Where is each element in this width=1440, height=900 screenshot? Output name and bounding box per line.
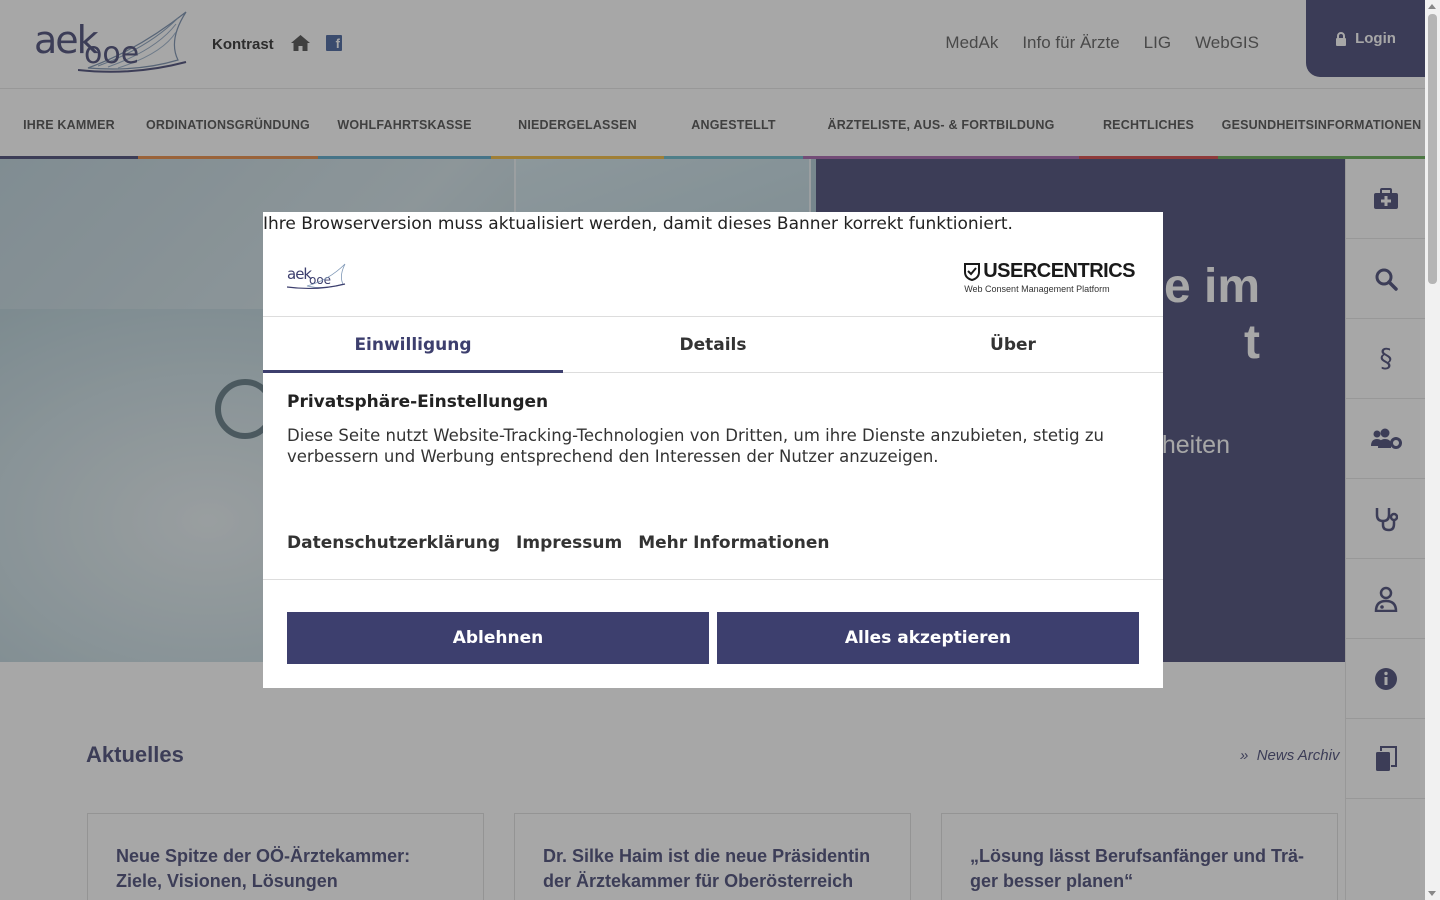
consent-tabs: Einwilligung Details Über — [263, 316, 1163, 373]
tab-einwilligung[interactable]: Einwilligung — [263, 317, 563, 373]
privacy-description: Diese Seite nutzt Website-Tracking-Techn… — [287, 426, 1104, 466]
deny-button[interactable]: Ablehnen — [287, 612, 709, 664]
scroll-up-icon[interactable] — [1428, 4, 1436, 9]
usercentrics-tagline: Web Consent Management Platform — [964, 284, 1110, 294]
scroll-down-icon[interactable] — [1428, 891, 1436, 896]
link-impressum[interactable]: Impressum — [516, 533, 622, 553]
tab-label: Details — [679, 334, 747, 355]
consent-links: Datenschutzerklärung Impressum Mehr Info… — [287, 533, 830, 553]
link-mehr-informationen[interactable]: Mehr Informationen — [638, 533, 829, 553]
cookie-consent-dialog: Ihre Browserversion muss aktualisiert we… — [263, 212, 1163, 688]
usercentrics-name: USERCENTRICS — [983, 260, 1135, 282]
link-datenschutz[interactable]: Datenschutzerklärung — [287, 533, 500, 553]
page-scrollbar[interactable] — [1425, 0, 1440, 900]
tab-ueber[interactable]: Über — [863, 317, 1163, 372]
usercentrics-branding: USERCENTRICS Web Consent Management Plat… — [964, 260, 1135, 294]
shield-icon — [964, 262, 981, 281]
aekooe-logo-small: aek ooe — [286, 263, 346, 290]
dialog-logo: aek ooe — [286, 262, 347, 290]
tab-details[interactable]: Details — [563, 317, 863, 372]
divider — [263, 579, 1163, 580]
accept-all-button[interactable]: Alles akzeptieren — [717, 612, 1139, 664]
consent-body: Privatsphäre-Einstellungen Diese Seite n… — [287, 392, 1139, 467]
tab-label: Einwilligung — [354, 334, 472, 355]
svg-text:ooe: ooe — [309, 273, 331, 287]
privacy-settings-heading: Privatsphäre-Einstellungen — [287, 392, 549, 412]
tab-label: Über — [990, 334, 1036, 355]
scroll-thumb[interactable] — [1428, 14, 1437, 284]
browser-update-warning: Ihre Browserversion muss aktualisiert we… — [263, 214, 1013, 234]
